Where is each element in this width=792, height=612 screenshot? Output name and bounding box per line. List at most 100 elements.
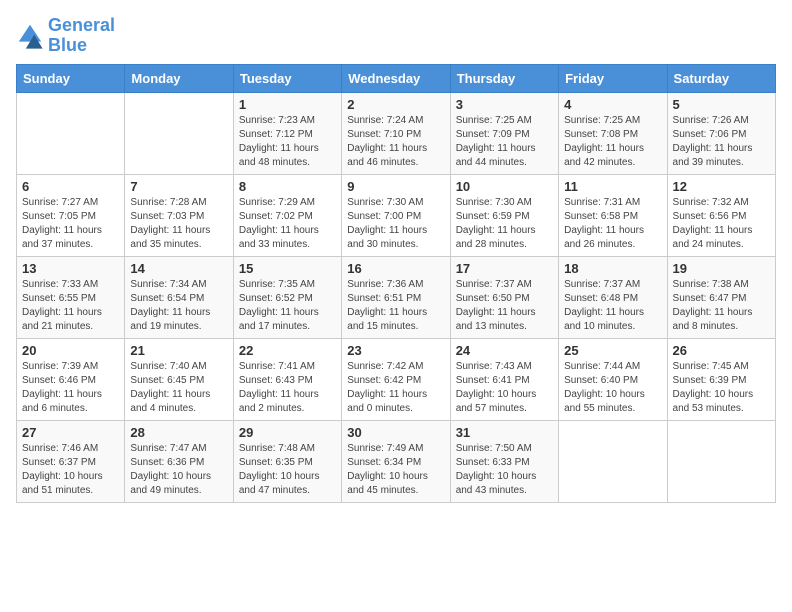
day-info: Sunrise: 7:24 AM Sunset: 7:10 PM Dayligh… [347, 114, 444, 170]
day-info: Sunrise: 7:37 AM Sunset: 6:48 PM Dayligh… [564, 278, 661, 334]
day-info: Sunrise: 7:30 AM Sunset: 7:00 PM Dayligh… [347, 196, 444, 252]
calendar-cell: 4 Sunrise: 7:25 AM Sunset: 7:08 PM Daylig… [559, 92, 667, 174]
day-info: Sunrise: 7:29 AM Sunset: 7:02 PM Dayligh… [239, 196, 336, 252]
calendar-cell [125, 92, 233, 174]
calendar-cell: 12 Sunrise: 7:32 AM Sunset: 6:56 PM Dayli… [667, 174, 775, 256]
calendar-cell: 22 Sunrise: 7:41 AM Sunset: 6:43 PM Dayli… [233, 338, 341, 420]
day-number: 25 [564, 343, 661, 358]
calendar-body: 1 Sunrise: 7:23 AM Sunset: 7:12 PM Daylig… [17, 92, 776, 502]
day-number: 27 [22, 425, 119, 440]
calendar-day-header: Monday [125, 64, 233, 92]
day-info: Sunrise: 7:47 AM Sunset: 6:36 PM Dayligh… [130, 442, 227, 498]
calendar-cell: 1 Sunrise: 7:23 AM Sunset: 7:12 PM Daylig… [233, 92, 341, 174]
calendar-cell: 29Sunrise: 7:48 AM Sunset: 6:35 PM Dayli… [233, 420, 341, 502]
day-number: 19 [673, 261, 770, 276]
day-number: 14 [130, 261, 227, 276]
calendar-day-header: Tuesday [233, 64, 341, 92]
calendar-cell: 30 Sunrise: 7:49 AM Sunset: 6:34 PM Dayli… [342, 420, 450, 502]
day-number: 22 [239, 343, 336, 358]
day-number: 30 [347, 425, 444, 440]
calendar-cell: 11 Sunrise: 7:31 AM Sunset: 6:58 PM Dayli… [559, 174, 667, 256]
calendar-cell: 3 Sunrise: 7:25 AM Sunset: 7:09 PM Daylig… [450, 92, 558, 174]
calendar-cell: 7 Sunrise: 7:28 AM Sunset: 7:03 PM Daylig… [125, 174, 233, 256]
calendar-cell: 31Sunrise: 7:50 AM Sunset: 6:33 PM Dayli… [450, 420, 558, 502]
calendar-day-header: Friday [559, 64, 667, 92]
day-info: Sunrise: 7:36 AM Sunset: 6:51 PM Dayligh… [347, 278, 444, 334]
page-header: General Blue [16, 16, 776, 56]
day-number: 1 [239, 97, 336, 112]
day-number: 21 [130, 343, 227, 358]
day-info: Sunrise: 7:34 AM Sunset: 6:54 PM Dayligh… [130, 278, 227, 334]
calendar-header-row: SundayMondayTuesdayWednesdayThursdayFrid… [17, 64, 776, 92]
day-info: Sunrise: 7:26 AM Sunset: 7:06 PM Dayligh… [673, 114, 770, 170]
day-number: 12 [673, 179, 770, 194]
calendar-cell: 10 Sunrise: 7:30 AM Sunset: 6:59 PM Dayli… [450, 174, 558, 256]
calendar-day-header: Wednesday [342, 64, 450, 92]
day-info: Sunrise: 7:31 AM Sunset: 6:58 PM Dayligh… [564, 196, 661, 252]
day-number: 18 [564, 261, 661, 276]
day-info: Sunrise: 7:33 AM Sunset: 6:55 PM Dayligh… [22, 278, 119, 334]
calendar-cell: 17Sunrise: 7:37 AM Sunset: 6:50 PM Dayli… [450, 256, 558, 338]
day-info: Sunrise: 7:37 AM Sunset: 6:50 PM Dayligh… [456, 278, 553, 334]
day-number: 7 [130, 179, 227, 194]
day-number: 8 [239, 179, 336, 194]
calendar-cell: 2Sunrise: 7:24 AM Sunset: 7:10 PM Daylig… [342, 92, 450, 174]
day-info: Sunrise: 7:23 AM Sunset: 7:12 PM Dayligh… [239, 114, 336, 170]
calendar-cell: 6 Sunrise: 7:27 AM Sunset: 7:05 PM Daylig… [17, 174, 125, 256]
day-number: 6 [22, 179, 119, 194]
day-info: Sunrise: 7:41 AM Sunset: 6:43 PM Dayligh… [239, 360, 336, 416]
day-info: Sunrise: 7:45 AM Sunset: 6:39 PM Dayligh… [673, 360, 770, 416]
day-info: Sunrise: 7:32 AM Sunset: 6:56 PM Dayligh… [673, 196, 770, 252]
day-info: Sunrise: 7:30 AM Sunset: 6:59 PM Dayligh… [456, 196, 553, 252]
calendar-cell: 27 Sunrise: 7:46 AM Sunset: 6:37 PM Dayli… [17, 420, 125, 502]
day-number: 11 [564, 179, 661, 194]
calendar-week-row: 13 Sunrise: 7:33 AM Sunset: 6:55 PM Dayli… [17, 256, 776, 338]
calendar-cell: 9Sunrise: 7:30 AM Sunset: 7:00 PM Daylig… [342, 174, 450, 256]
calendar-cell: 23 Sunrise: 7:42 AM Sunset: 6:42 PM Dayli… [342, 338, 450, 420]
calendar-cell: 25 Sunrise: 7:44 AM Sunset: 6:40 PM Dayli… [559, 338, 667, 420]
calendar-cell: 18 Sunrise: 7:37 AM Sunset: 6:48 PM Dayli… [559, 256, 667, 338]
calendar-day-header: Sunday [17, 64, 125, 92]
logo-icon [16, 22, 44, 50]
day-number: 3 [456, 97, 553, 112]
calendar-day-header: Saturday [667, 64, 775, 92]
calendar-cell [17, 92, 125, 174]
calendar-cell: 28 Sunrise: 7:47 AM Sunset: 6:36 PM Dayli… [125, 420, 233, 502]
day-number: 10 [456, 179, 553, 194]
day-number: 20 [22, 343, 119, 358]
calendar-cell: 16Sunrise: 7:36 AM Sunset: 6:51 PM Dayli… [342, 256, 450, 338]
day-info: Sunrise: 7:27 AM Sunset: 7:05 PM Dayligh… [22, 196, 119, 252]
calendar-cell [667, 420, 775, 502]
day-info: Sunrise: 7:43 AM Sunset: 6:41 PM Dayligh… [456, 360, 553, 416]
day-number: 15 [239, 261, 336, 276]
day-number: 4 [564, 97, 661, 112]
day-info: Sunrise: 7:25 AM Sunset: 7:08 PM Dayligh… [564, 114, 661, 170]
day-info: Sunrise: 7:35 AM Sunset: 6:52 PM Dayligh… [239, 278, 336, 334]
day-info: Sunrise: 7:49 AM Sunset: 6:34 PM Dayligh… [347, 442, 444, 498]
day-info: Sunrise: 7:38 AM Sunset: 6:47 PM Dayligh… [673, 278, 770, 334]
calendar-cell: 20Sunrise: 7:39 AM Sunset: 6:46 PM Dayli… [17, 338, 125, 420]
calendar-cell: 24Sunrise: 7:43 AM Sunset: 6:41 PM Dayli… [450, 338, 558, 420]
day-info: Sunrise: 7:42 AM Sunset: 6:42 PM Dayligh… [347, 360, 444, 416]
calendar-week-row: 27 Sunrise: 7:46 AM Sunset: 6:37 PM Dayli… [17, 420, 776, 502]
calendar-cell: 14 Sunrise: 7:34 AM Sunset: 6:54 PM Dayli… [125, 256, 233, 338]
day-info: Sunrise: 7:44 AM Sunset: 6:40 PM Dayligh… [564, 360, 661, 416]
calendar-cell: 26 Sunrise: 7:45 AM Sunset: 6:39 PM Dayli… [667, 338, 775, 420]
calendar-day-header: Thursday [450, 64, 558, 92]
day-info: Sunrise: 7:40 AM Sunset: 6:45 PM Dayligh… [130, 360, 227, 416]
day-number: 13 [22, 261, 119, 276]
calendar-week-row: 1 Sunrise: 7:23 AM Sunset: 7:12 PM Daylig… [17, 92, 776, 174]
calendar-cell: 15 Sunrise: 7:35 AM Sunset: 6:52 PM Dayli… [233, 256, 341, 338]
calendar-week-row: 20Sunrise: 7:39 AM Sunset: 6:46 PM Dayli… [17, 338, 776, 420]
calendar-week-row: 6 Sunrise: 7:27 AM Sunset: 7:05 PM Daylig… [17, 174, 776, 256]
day-number: 28 [130, 425, 227, 440]
day-number: 26 [673, 343, 770, 358]
logo: General Blue [16, 16, 115, 56]
calendar-cell: 13 Sunrise: 7:33 AM Sunset: 6:55 PM Dayli… [17, 256, 125, 338]
calendar-table: SundayMondayTuesdayWednesdayThursdayFrid… [16, 64, 776, 503]
day-number: 29 [239, 425, 336, 440]
day-info: Sunrise: 7:28 AM Sunset: 7:03 PM Dayligh… [130, 196, 227, 252]
day-number: 23 [347, 343, 444, 358]
day-info: Sunrise: 7:25 AM Sunset: 7:09 PM Dayligh… [456, 114, 553, 170]
day-info: Sunrise: 7:46 AM Sunset: 6:37 PM Dayligh… [22, 442, 119, 498]
